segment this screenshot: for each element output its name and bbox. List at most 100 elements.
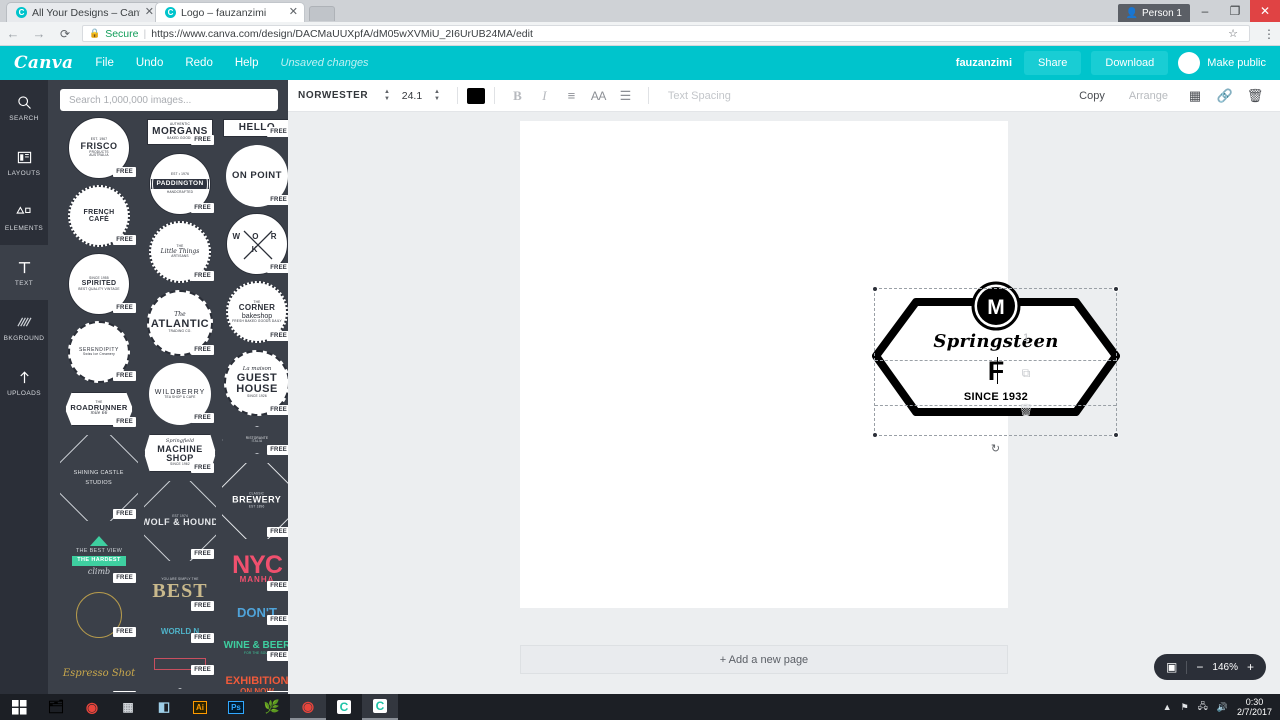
font-size-stepper-right[interactable]: ▲ ▼: [426, 89, 448, 102]
template-thumb-guest-house[interactable]: La maison GUEST HOUSE SINCE 1926 FREE: [222, 349, 288, 417]
taskbar-app-chrome[interactable]: ◉: [74, 694, 110, 720]
template-thumb-brewery[interactable]: CLASSIC BREWERY EST 1896 FREE: [222, 463, 288, 539]
text-align-button[interactable]: ≡: [558, 89, 585, 102]
sidebar-item-elements[interactable]: ELEMENTS: [0, 190, 48, 245]
resize-handle-bottom-left[interactable]: [872, 432, 878, 438]
template-thumb-on-point[interactable]: ON POINT FREE: [222, 145, 288, 207]
taskbar-app-canva-2[interactable]: C: [362, 694, 398, 720]
template-thumb-shining-castle[interactable]: SHINING CASTLE STUDIOS FREE: [60, 435, 138, 521]
taskbar-app-illustrator[interactable]: Ai: [182, 694, 218, 720]
menu-redo[interactable]: Redo: [185, 57, 213, 69]
template-thumb-atlantic[interactable]: The ATLANTIC TRADING CO. FREE: [144, 289, 216, 357]
font-family-selector[interactable]: Norwester: [298, 90, 376, 101]
taskbar-app-canva-1[interactable]: C: [326, 694, 362, 720]
bookmark-star-icon[interactable]: ☆: [1228, 27, 1243, 40]
close-icon[interactable]: ✕: [289, 7, 298, 18]
font-size-stepper-left[interactable]: ▲ ▼: [376, 89, 398, 102]
duplicate-page-icon[interactable]: ⧉: [1022, 366, 1031, 381]
zoom-out-button[interactable]: −: [1196, 661, 1203, 673]
template-thumb-gold-ring[interactable]: FREE: [60, 591, 138, 639]
template-thumb-ristorante-2[interactable]: RISTORANTE ITALIA FREE: [222, 423, 288, 457]
taskbar-app-photoshop[interactable]: Ps: [218, 694, 254, 720]
share-button[interactable]: Share: [1024, 51, 1082, 75]
add-new-page-button[interactable]: + Add a new page: [520, 645, 1008, 674]
delete-page-icon[interactable]: 🗑: [1018, 403, 1033, 417]
download-button[interactable]: Download: [1091, 51, 1169, 75]
link-icon[interactable]: 🔗: [1210, 88, 1240, 104]
template-thumb-morgans[interactable]: AUTHENTIC MORGANS BAKED GOODS FREE: [144, 117, 216, 147]
template-thumb-best[interactable]: YOU ARE SIMPLY THE BEST FREE: [144, 567, 216, 613]
text-color-swatch[interactable]: [466, 87, 485, 104]
browser-profile-button[interactable]: 👤 Person 1: [1117, 4, 1190, 22]
design-page[interactable]: M Springsteen F SINCE 1932 ↻: [520, 121, 1120, 608]
action-center-icon[interactable]: ⚑: [1181, 702, 1189, 713]
template-thumb-french-cafe[interactable]: FRENCH CAFÉ FREE: [60, 185, 138, 247]
template-grid[interactable]: EST. 1967 FRISCO PRODUCTS AUSTRALIA FREE…: [48, 117, 288, 692]
taskbar-app-file-explorer[interactable]: 🗂: [38, 694, 74, 720]
search-input[interactable]: Search 1,000,000 images...: [60, 89, 278, 111]
template-thumb-ristorante[interactable]: RISTORANTE ITALIA FREE: [144, 683, 216, 692]
template-thumb-world-n[interactable]: WORLD N FREE: [144, 619, 216, 645]
template-thumb-corner-bakeshop[interactable]: THE CORNER bakeshop FRESH BAKED GOODS DA…: [222, 281, 288, 343]
close-window-button[interactable]: ✕: [1250, 0, 1280, 22]
browser-tab-1[interactable]: C All Your Designs – Canva ✕: [6, 2, 161, 22]
menu-undo[interactable]: Undo: [136, 57, 164, 69]
font-size-value[interactable]: 24.1: [398, 90, 426, 102]
template-thumb-red-line[interactable]: FREE: [144, 651, 216, 677]
taskbar-app-grass[interactable]: 🌿: [254, 694, 290, 720]
template-thumb-paddington[interactable]: EST • 1976 PADDINGTON HANDCRAFTED FREE: [144, 153, 216, 215]
template-thumb-wolf-and-hound[interactable]: EST 1974 WOLF & HOUND FREE: [144, 481, 216, 561]
reload-icon[interactable]: ⟳: [52, 28, 78, 40]
template-thumb-wildberry[interactable]: WILDBERRY TEA SHOP & CAFE FREE: [144, 363, 216, 425]
close-icon[interactable]: ✕: [145, 7, 154, 18]
bullet-list-button[interactable]: ☰: [612, 89, 639, 102]
sidebar-item-search[interactable]: SEARCH: [0, 80, 48, 135]
sidebar-item-background[interactable]: BKGROUND: [0, 300, 48, 355]
template-thumb-wine-beer[interactable]: WINE & BEER FOR THE SOUL FREE: [222, 633, 288, 663]
canvas-workarea[interactable]: M Springsteen F SINCE 1932 ↻ 1 ⧉ 🗑 + Add…: [288, 112, 1280, 694]
template-thumb-spirited[interactable]: SINCE 1955 SPIRITED BEST QUALITY VINTAGE…: [60, 253, 138, 315]
arrange-button[interactable]: Arrange: [1117, 90, 1180, 102]
template-thumb-work[interactable]: W O R K FREE: [222, 213, 288, 275]
start-button[interactable]: [0, 694, 38, 720]
make-public-toggle[interactable]: Make public: [1178, 52, 1266, 74]
volume-icon[interactable]: 🔊: [1217, 702, 1228, 713]
selection-bounding-box[interactable]: ↻: [872, 286, 1119, 455]
transparency-icon[interactable]: ▦: [1180, 88, 1210, 104]
menu-help[interactable]: Help: [235, 57, 259, 69]
template-thumb-roadrunner[interactable]: THE ROADRUNNER mile 66 FREE: [60, 389, 138, 429]
taskbar-app-onenote[interactable]: ◧: [146, 694, 182, 720]
taskbar-app-calculator[interactable]: ▦: [110, 694, 146, 720]
maximize-button[interactable]: ❐: [1220, 0, 1250, 22]
menu-file[interactable]: File: [95, 57, 114, 69]
template-thumb-frisco[interactable]: EST. 1967 FRISCO PRODUCTS AUSTRALIA FREE: [60, 117, 138, 179]
resize-handle-top-left[interactable]: [872, 286, 878, 292]
forward-icon[interactable]: →: [26, 27, 52, 40]
present-icon[interactable]: ▣: [1166, 660, 1177, 674]
trash-icon[interactable]: 🗑: [1240, 88, 1270, 104]
copy-button[interactable]: Copy: [1067, 90, 1117, 102]
template-thumb-nyc[interactable]: NYC MANHA FREE: [222, 545, 288, 593]
template-thumb-espresso-shot[interactable]: Espresso Shot FREE: [60, 645, 138, 692]
sidebar-item-text[interactable]: TEXT: [0, 245, 48, 300]
bold-button[interactable]: B: [504, 89, 531, 102]
resize-handle-bottom-right[interactable]: [1113, 432, 1119, 438]
minimize-button[interactable]: –: [1190, 0, 1220, 22]
template-thumb-little-things[interactable]: THE Little Things ARTISANS FREE: [144, 221, 216, 283]
zoom-in-button[interactable]: +: [1247, 661, 1254, 673]
template-thumb-exhibition[interactable]: EXHIBITION ON NOW FREE: [222, 669, 288, 692]
network-icon[interactable]: 🖧: [1198, 699, 1208, 715]
chrome-menu-icon[interactable]: ⋮: [1258, 28, 1280, 40]
canva-logo[interactable]: Canva: [14, 53, 73, 73]
sidebar-item-layouts[interactable]: LAYOUTS: [0, 135, 48, 190]
address-bar[interactable]: 🔒 Secure | https://www.canva.com/design/…: [82, 25, 1250, 42]
rotate-handle-icon[interactable]: ↻: [991, 442, 1000, 455]
show-hidden-icons-icon[interactable]: ▲: [1163, 702, 1172, 712]
taskbar-app-chrome-window[interactable]: ◉: [290, 694, 326, 720]
clock[interactable]: 0:30 2/7/2017: [1237, 697, 1272, 718]
template-thumb-the-best-view[interactable]: THE BEST VIEW THE HARDEST climb FREE: [60, 527, 138, 585]
toggle-knob-icon[interactable]: [1178, 52, 1201, 74]
back-icon[interactable]: ←: [0, 27, 26, 40]
template-thumb-dont[interactable]: DON'T FREE: [222, 599, 288, 627]
italic-button[interactable]: I: [531, 89, 558, 102]
